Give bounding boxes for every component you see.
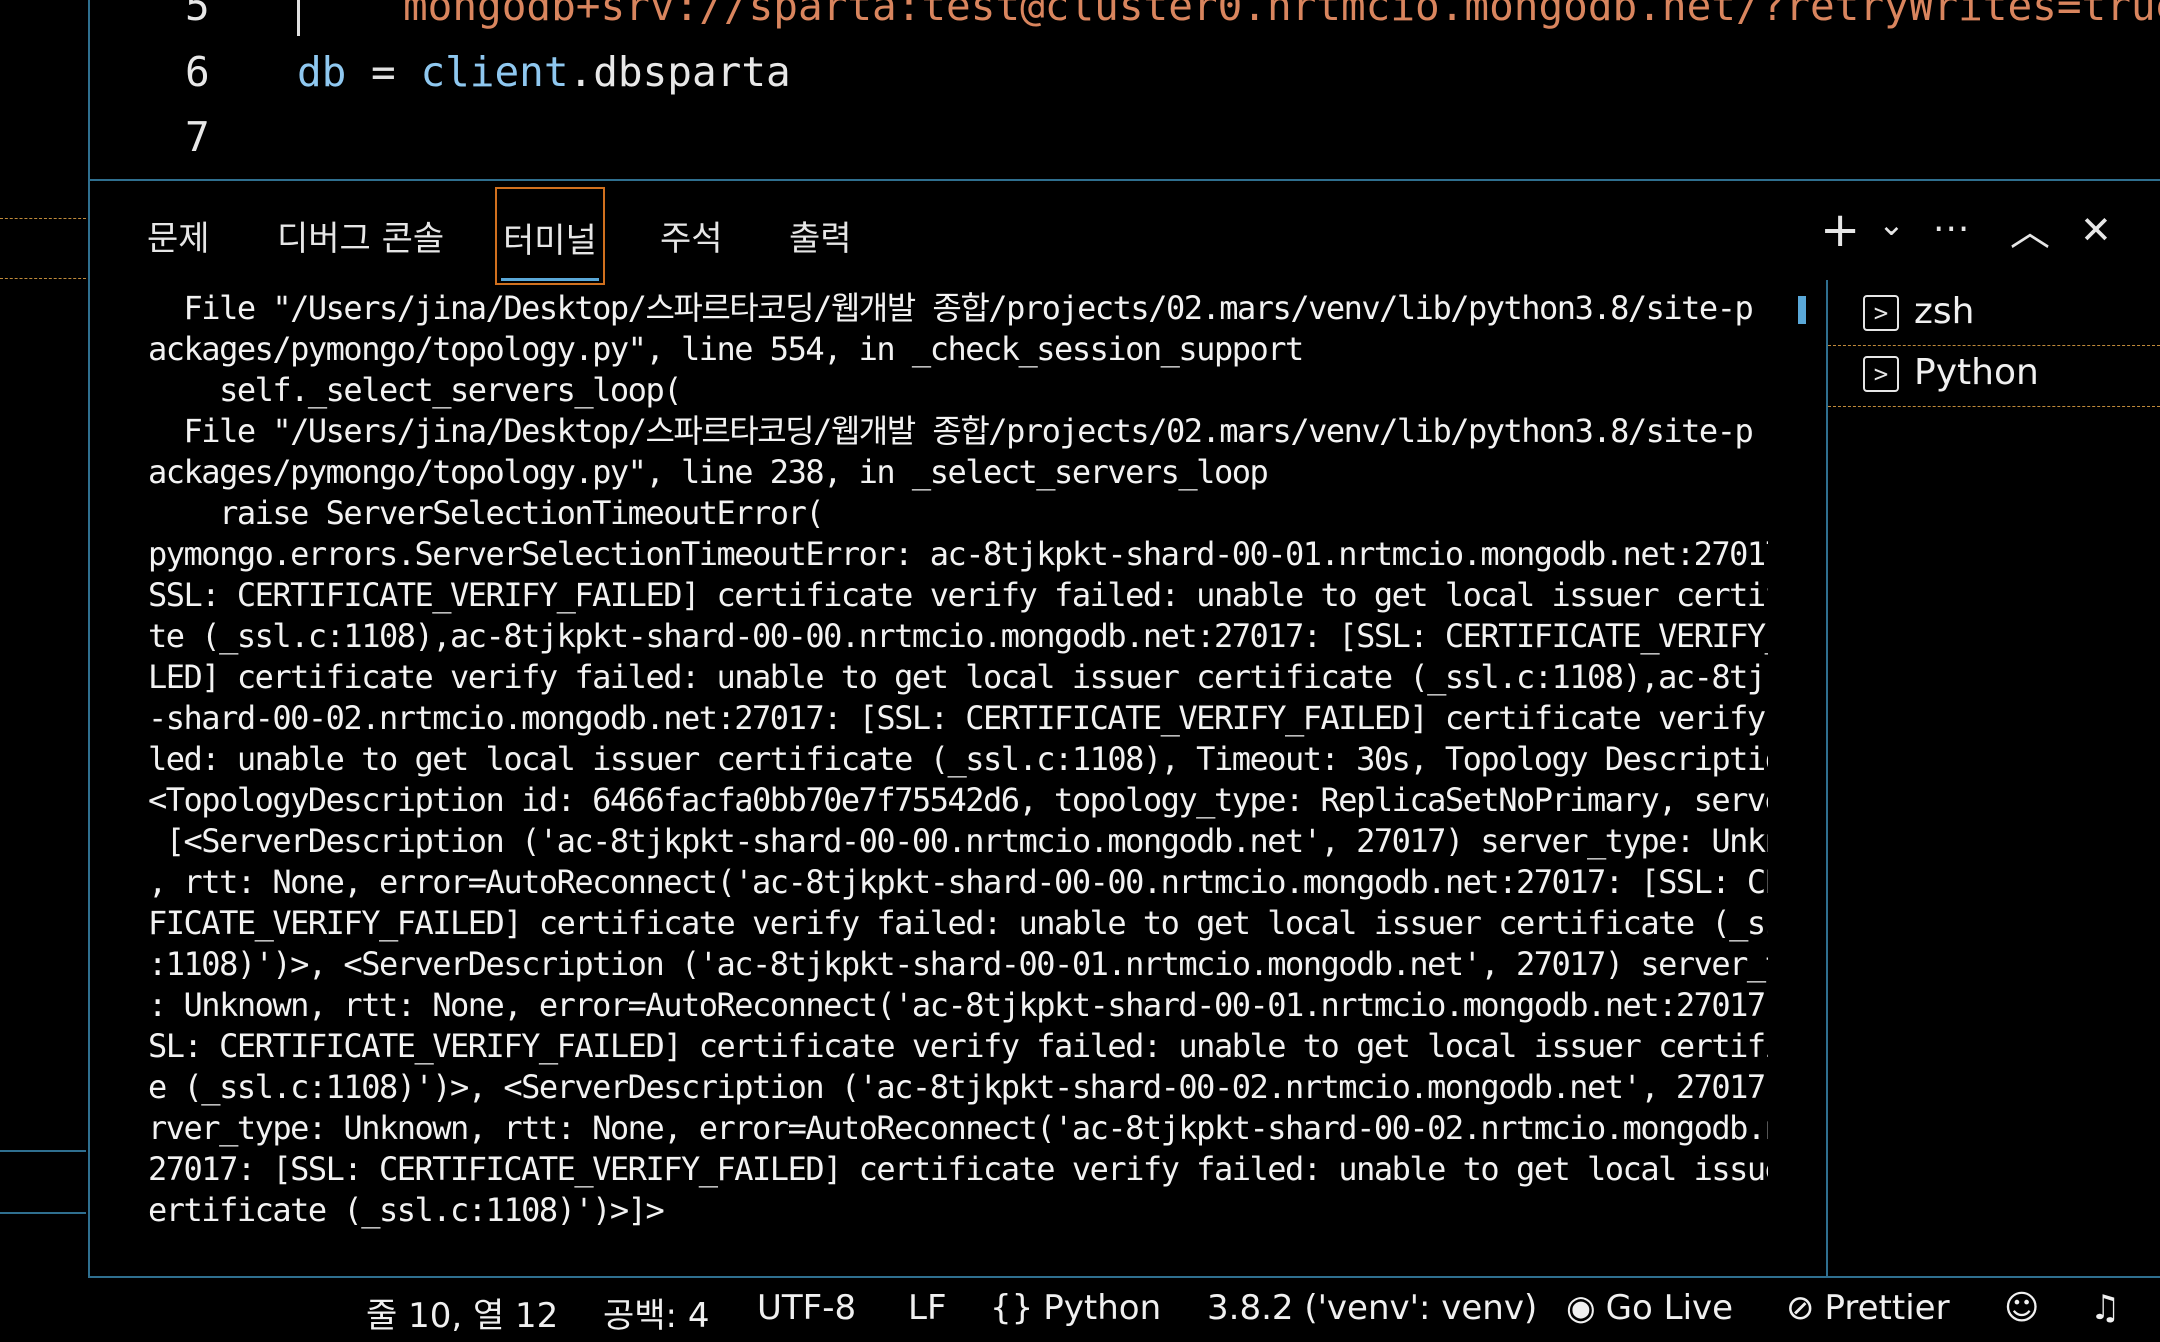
new-terminal-button[interactable]: + [1820,205,1860,255]
prettier-button[interactable]: ⊘ Prettier [1786,1288,1950,1328]
activity-strip [0,0,88,1342]
terminal-line: [<ServerDescription ('ac-8tjkpkt-shard-0… [148,822,1768,860]
divider [0,1150,86,1152]
terminal-line: <TopologyDescription id: 6466facfa0bb70e… [148,781,1768,819]
line-number: 7 [185,113,210,161]
terminal-line: te (_ssl.c:1108),ac-8tjkpkt-shard-00-00.… [148,617,1768,655]
cursor-position[interactable]: 줄 10, 열 12 [366,1288,558,1337]
terminal-line: :1108)')>, <ServerDescription ('ac-8tjkp… [148,945,1768,983]
status-bar: 줄 10, 열 12 공백: 4 UTF-8 LF {} Python 3.8.2… [0,1278,2160,1342]
prettier-label: Prettier [1824,1288,1950,1328]
bell-icon[interactable]: ♫ [2090,1288,2120,1328]
object-token: client [420,48,569,96]
chevron-down-icon[interactable]: ⌄ [1878,199,1905,249]
divider [0,218,86,219]
go-live-label: Go Live [1605,1288,1734,1328]
terminal-line: SL: CERTIFICATE_VERIFY_FAILED] certifica… [148,1027,1768,1065]
terminal-line: File "/Users/jina/Desktop/스파르타코딩/웹개발 종합/… [148,289,1754,327]
variable-token: db [297,48,347,96]
terminal-label: zsh [1914,291,1975,332]
indentation[interactable]: 공백: 4 [603,1288,709,1337]
divider [0,278,86,279]
operator-token: = [346,48,421,96]
terminal-line: -shard-00-02.nrtmcio.mongodb.net:27017: … [148,699,1768,737]
terminal-line: led: unable to get local issuer certific… [148,740,1768,778]
terminal-label: Python [1914,352,2039,393]
broadcast-icon: ◉ [1566,1288,1596,1328]
tab-terminal-label: 터미널 [503,221,597,261]
terminal-line: , rtt: None, error=AutoReconnect('ac-8tj… [148,863,1768,901]
tab-output[interactable]: 출력 [789,211,852,260]
terminal-line: : Unknown, rtt: None, error=AutoReconnec… [148,986,1768,1024]
close-panel-icon[interactable]: ✕ [2080,205,2112,255]
attribute-token: .dbsparta [568,48,791,96]
divider [0,1212,86,1214]
terminal-line: SSL: CERTIFICATE_VERIFY_FAILED] certific… [148,576,1768,614]
language-mode[interactable]: {} Python [990,1288,1161,1328]
code-editor[interactable]: 5 mongodb+srv://sparta:test@cluster0.nrt… [90,0,2160,180]
braces-icon: {} [990,1288,1034,1328]
terminal-line: 27017: [SSL: CERTIFICATE_VERIFY_FAILED] … [148,1150,1768,1188]
terminal-line: ertificate (_ssl.c:1108)')>]> [148,1191,665,1229]
terminal-line: ackages/pymongo/topology.py", line 554, … [148,330,1304,368]
line-number: 5 [185,0,210,30]
terminal-icon: > [1863,356,1899,392]
tab-debug-console[interactable]: 디버그 콘솔 [277,211,444,260]
tab-terminal[interactable]: 터미널 [495,187,605,285]
encoding[interactable]: UTF-8 [757,1288,856,1328]
code-text: db = client.dbsparta [297,48,791,96]
maximize-panel-icon[interactable]: ︿ [2010,207,2050,257]
language-label: Python [1043,1288,1162,1328]
more-actions-icon[interactable]: ··· [1933,205,1970,255]
scrollbar-thumb[interactable] [1798,296,1806,324]
terminal-line: rver_type: Unknown, rtt: None, error=Aut… [148,1109,1768,1147]
terminal-item-zsh[interactable]: > zsh [1828,285,2160,345]
go-live-button[interactable]: ◉ Go Live [1566,1288,1733,1328]
terminal-line: e (_ssl.c:1108)')>, <ServerDescription (… [148,1068,1768,1106]
indent-guide [297,0,300,36]
terminal-item-python[interactable]: > Python [1828,345,2160,407]
terminal-line: File "/Users/jina/Desktop/스파르타코딩/웹개발 종합/… [148,412,1754,450]
line-ending[interactable]: LF [908,1288,947,1328]
terminal-line: LED] certificate verify failed: unable t… [148,658,1768,696]
python-interpreter[interactable]: 3.8.2 ('venv': venv) [1207,1288,1537,1328]
line-number: 6 [185,48,210,96]
prettier-icon: ⊘ [1786,1288,1815,1328]
terminal-line: raise ServerSelectionTimeoutError( [148,494,825,532]
tab-comments[interactable]: 주석 [660,211,723,260]
active-tab-indicator [501,278,599,281]
panel-tab-bar: 문제 디버그 콘솔 터미널 주석 출력 + ⌄ ··· ︿ ✕ [90,181,2160,285]
tab-problems[interactable]: 문제 [147,211,210,260]
terminal-icon: > [1863,295,1899,331]
terminal-line: self._select_servers_loop( [148,371,682,409]
terminal-line: pymongo.errors.ServerSelectionTimeoutErr… [148,535,1768,573]
terminal-list: > zsh > Python [1828,281,2160,481]
feedback-icon[interactable]: ☺ [2004,1288,2039,1328]
terminal-output[interactable]: File "/Users/jina/Desktop/스파르타코딩/웹개발 종합/… [148,288,1768,1238]
code-text: mongodb+srv://sparta:test@cluster0.nrtmc… [403,0,2160,30]
terminal-line: ackages/pymongo/topology.py", line 238, … [148,453,1269,491]
terminal-line: FICATE_VERIFY_FAILED] certificate verify… [148,904,1768,942]
